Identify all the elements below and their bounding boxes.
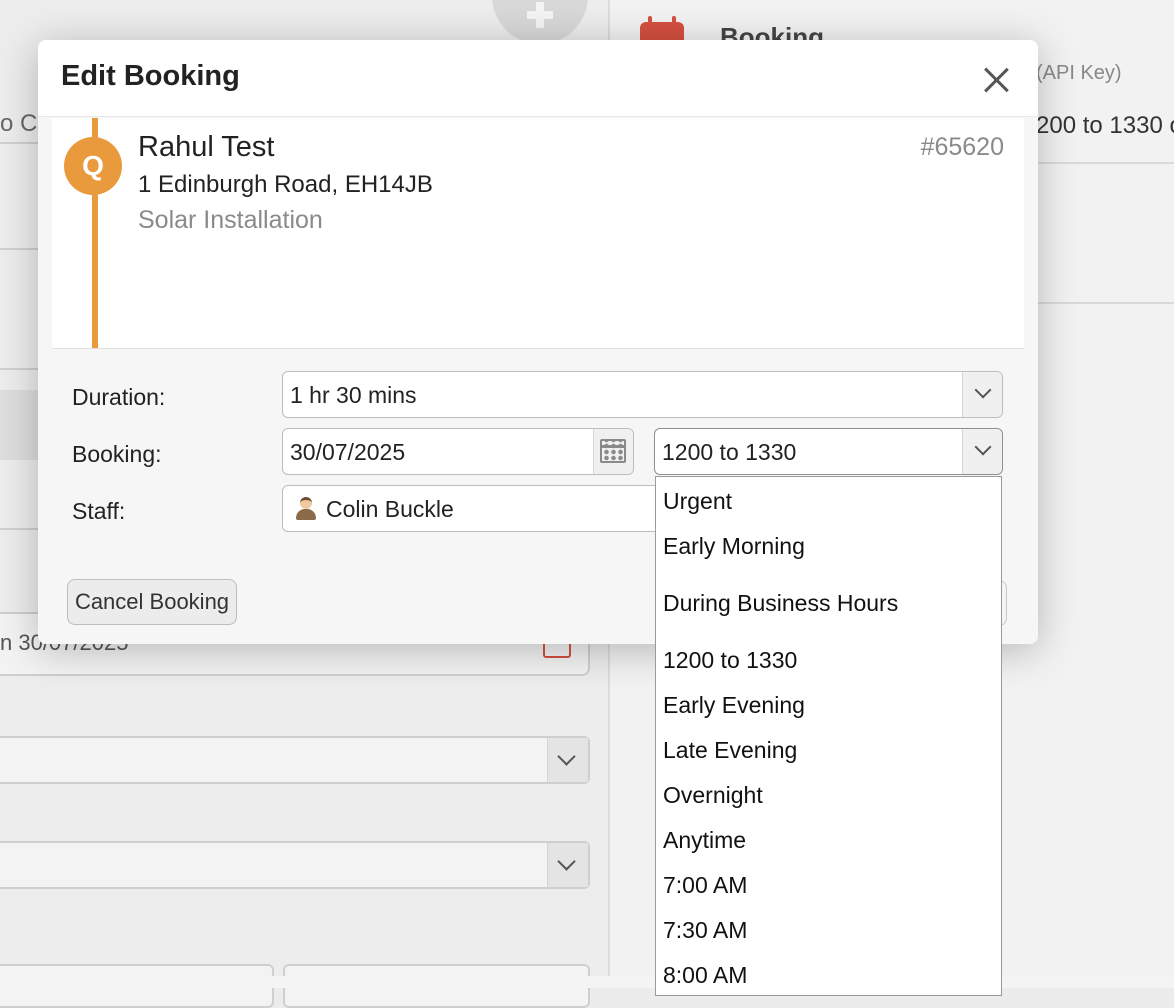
slot-option[interactable]: Late Evening [663, 737, 797, 764]
duration-select[interactable]: 1 hr 30 mins [282, 371, 1003, 418]
background-api-key-hint: (API Key) [1036, 62, 1122, 84]
chevron-down-icon [547, 843, 588, 887]
calendar-icon [600, 439, 626, 463]
close-icon[interactable] [982, 66, 1010, 94]
background-select[interactable] [0, 736, 590, 784]
date-picker-button[interactable] [593, 429, 633, 474]
staff-select[interactable]: Colin Buckle [282, 485, 662, 532]
divider [0, 142, 40, 144]
divider [1036, 302, 1174, 304]
job-number: #65620 [920, 133, 1004, 161]
slot-option[interactable]: Anytime [663, 827, 746, 854]
booking-date-value: 30/07/2025 [290, 439, 406, 465]
duration-value: 1 hr 30 mins [290, 382, 417, 408]
modal-title: Edit Booking [61, 60, 240, 92]
job-status-badge: Q [64, 137, 122, 195]
chevron-down-icon [962, 372, 1002, 417]
cancel-booking-button[interactable]: Cancel Booking [67, 579, 237, 625]
background-time-preview: 200 to 1330 o [1036, 112, 1174, 139]
booking-slot-value: 1200 to 1330 [662, 439, 797, 465]
slot-option[interactable]: During Business Hours [663, 590, 898, 617]
background-left-block [0, 390, 40, 460]
divider [0, 528, 40, 530]
slot-option[interactable]: 8:00 AM [663, 962, 747, 989]
staff-avatar-icon [295, 496, 317, 520]
staff-value: Colin Buckle [326, 496, 454, 522]
chevron-down-icon [547, 738, 588, 782]
divider [0, 368, 40, 370]
modal-header: Edit Booking [38, 40, 1038, 117]
slot-option[interactable]: 7:00 AM [663, 872, 747, 899]
slot-option[interactable]: Early Evening [663, 692, 805, 719]
job-type: Solar Installation [138, 206, 323, 234]
booking-slot-dropdown[interactable]: Urgent Early Morning During Business Hou… [655, 476, 1002, 996]
job-address: 1 Edinburgh Road, EH14JB [138, 171, 433, 198]
chevron-down-icon [962, 429, 1002, 474]
job-card: Q Rahul Test 1 Edinburgh Road, EH14JB So… [52, 118, 1024, 349]
divider [1036, 162, 1174, 164]
slot-option[interactable]: 1200 to 1330 [663, 647, 797, 674]
duration-label: Duration: [72, 384, 166, 410]
job-customer-name: Rahul Test [138, 131, 275, 163]
slot-option[interactable]: 7:30 AM [663, 917, 747, 944]
divider [0, 248, 40, 250]
booking-label: Booking: [72, 441, 162, 467]
background-select[interactable] [0, 841, 590, 889]
slot-option[interactable]: Urgent [663, 488, 732, 515]
booking-slot-select[interactable]: 1200 to 1330 [654, 428, 1003, 475]
slot-option[interactable]: Early Morning [663, 533, 805, 560]
slot-option[interactable]: Overnight [663, 782, 763, 809]
staff-label: Staff: [72, 498, 126, 524]
booking-date-input[interactable]: 30/07/2025 [282, 428, 634, 475]
